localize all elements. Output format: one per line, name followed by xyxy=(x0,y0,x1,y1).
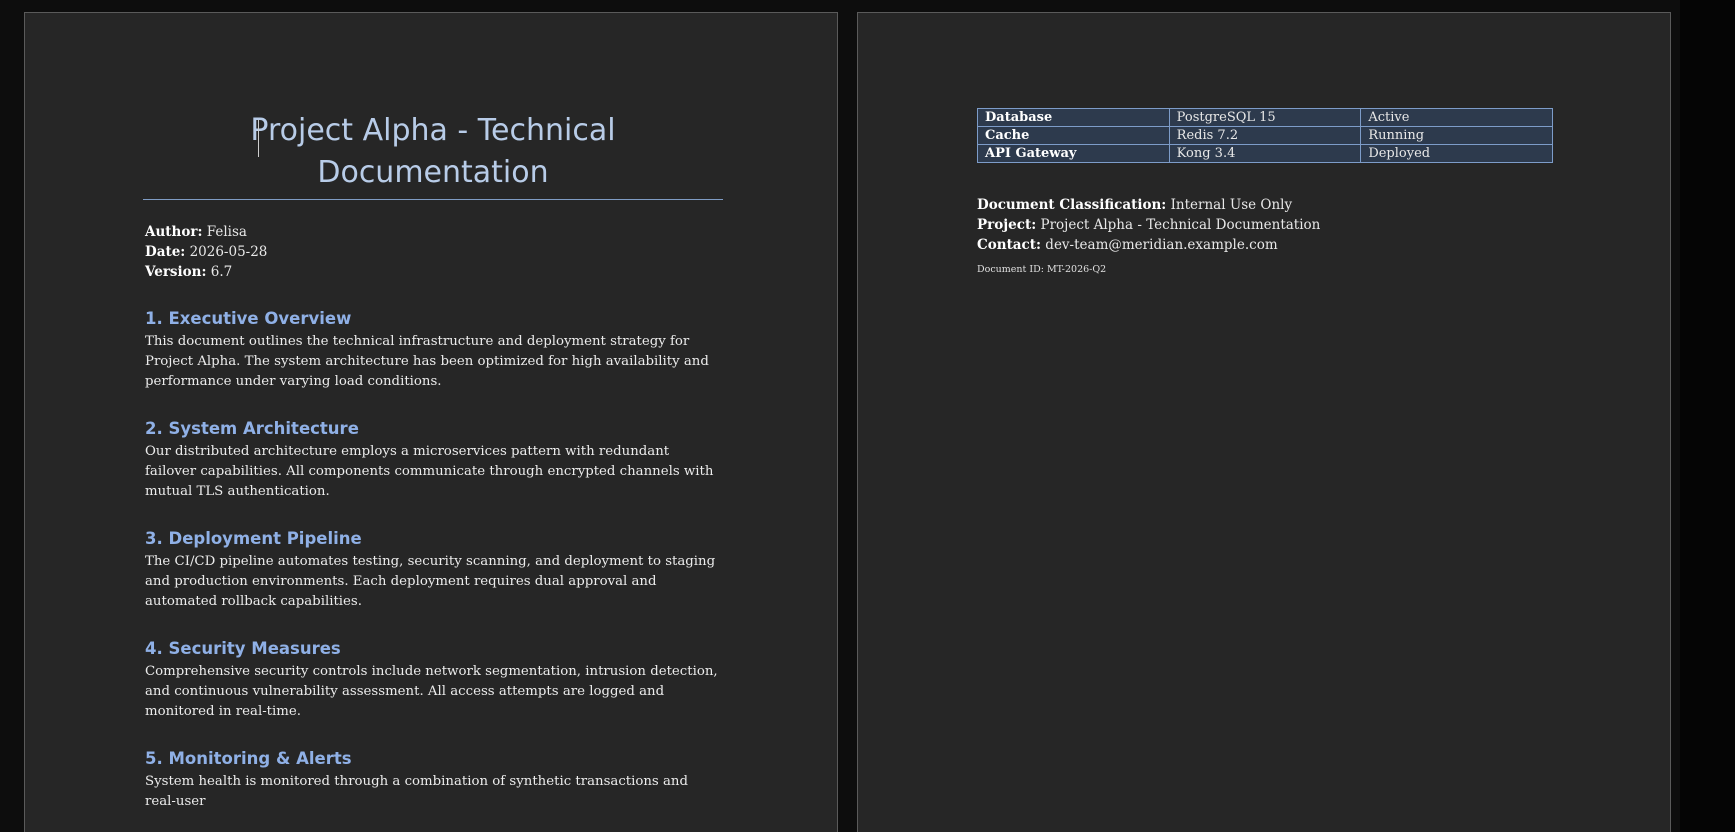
section-monitoring-alerts: 5. Monitoring & Alerts System health is … xyxy=(143,748,723,812)
meta-value: 6.7 xyxy=(210,264,233,280)
document-id: Document ID: MT-2026-Q2 xyxy=(977,264,1107,275)
section-body: Comprehensive security controls include … xyxy=(145,664,718,719)
meta-label: Author: xyxy=(145,224,203,240)
table-cell-status: Active xyxy=(1360,108,1553,127)
section-heading: 4. Security Measures xyxy=(145,639,341,658)
table-cell-status: Deployed xyxy=(1360,144,1553,163)
table-cell-technology: Kong 3.4 xyxy=(1168,144,1362,163)
document-viewer: Project Alpha - Technical Documentation … xyxy=(0,0,1735,832)
table-row: Cache Redis 7.2 Running xyxy=(977,126,1553,145)
section-body: System health is monitored through a com… xyxy=(145,774,688,809)
info-label: Contact: xyxy=(977,237,1041,253)
meta-author: Author: Felisa xyxy=(143,222,723,242)
info-label: Document Classification: xyxy=(977,197,1167,213)
table-row: API Gateway Kong 3.4 Deployed xyxy=(977,144,1553,163)
section-body: This document outlines the technical inf… xyxy=(145,334,709,389)
table-cell-component: API Gateway xyxy=(977,144,1170,163)
info-project: Project: Project Alpha - Technical Docum… xyxy=(977,215,1553,235)
section-heading: 5. Monitoring & Alerts xyxy=(145,749,352,768)
meta-version: Version: 6.7 xyxy=(143,262,723,282)
meta-value: 2026-05-28 xyxy=(189,244,268,260)
document-title-text: Project Alpha - Technical Documentation xyxy=(250,113,616,190)
info-contact: Contact: dev-team@meridian.example.com xyxy=(977,235,1553,255)
meta-label: Version: xyxy=(145,264,207,280)
metadata-block: Author: Felisa Date: 2026-05-28 Version:… xyxy=(143,222,723,282)
info-value: dev-team@meridian.example.com xyxy=(1045,237,1278,253)
page-2-content: Database PostgreSQL 15 Active Cache Redi… xyxy=(977,108,1553,277)
section-body: Our distributed architecture employs a m… xyxy=(145,444,714,499)
meta-date: Date: 2026-05-28 xyxy=(143,242,723,262)
table-cell-technology: PostgreSQL 15 xyxy=(1168,108,1362,127)
info-value: Project Alpha - Technical Documentation xyxy=(1040,217,1321,233)
section-security-measures: 4. Security Measures Comprehensive secur… xyxy=(143,638,723,722)
meta-label: Date: xyxy=(145,244,186,260)
section-system-architecture: 2. System Architecture Our distributed a… xyxy=(143,418,723,502)
info-value: Internal Use Only xyxy=(1170,197,1293,213)
info-classification: Document Classification: Internal Use On… xyxy=(977,195,1553,215)
table-row: Database PostgreSQL 15 Active xyxy=(977,108,1553,127)
section-heading: 1. Executive Overview xyxy=(145,309,352,328)
document-info-block: Document Classification: Internal Use On… xyxy=(977,195,1553,255)
page-1[interactable]: Project Alpha - Technical Documentation … xyxy=(24,12,838,832)
table-cell-component: Database xyxy=(977,108,1170,127)
table-cell-status: Running xyxy=(1360,126,1553,145)
status-table: Database PostgreSQL 15 Active Cache Redi… xyxy=(977,108,1553,163)
table-cell-technology: Redis 7.2 xyxy=(1168,126,1362,145)
page-2[interactable]: Database PostgreSQL 15 Active Cache Redi… xyxy=(857,12,1671,832)
info-label: Project: xyxy=(977,217,1037,233)
page-1-content: Project Alpha - Technical Documentation … xyxy=(143,110,723,812)
section-heading: 3. Deployment Pipeline xyxy=(145,529,362,548)
table-cell-component: Cache xyxy=(977,126,1170,145)
section-executive-overview: 1. Executive Overview This document outl… xyxy=(143,308,723,392)
section-deployment-pipeline: 3. Deployment Pipeline The CI/CD pipelin… xyxy=(143,528,723,612)
text-cursor xyxy=(258,120,259,157)
section-heading: 2. System Architecture xyxy=(145,419,359,438)
meta-value: Felisa xyxy=(206,224,247,240)
document-title[interactable]: Project Alpha - Technical Documentation xyxy=(143,110,723,200)
section-body: The CI/CD pipeline automates testing, se… xyxy=(145,554,716,609)
